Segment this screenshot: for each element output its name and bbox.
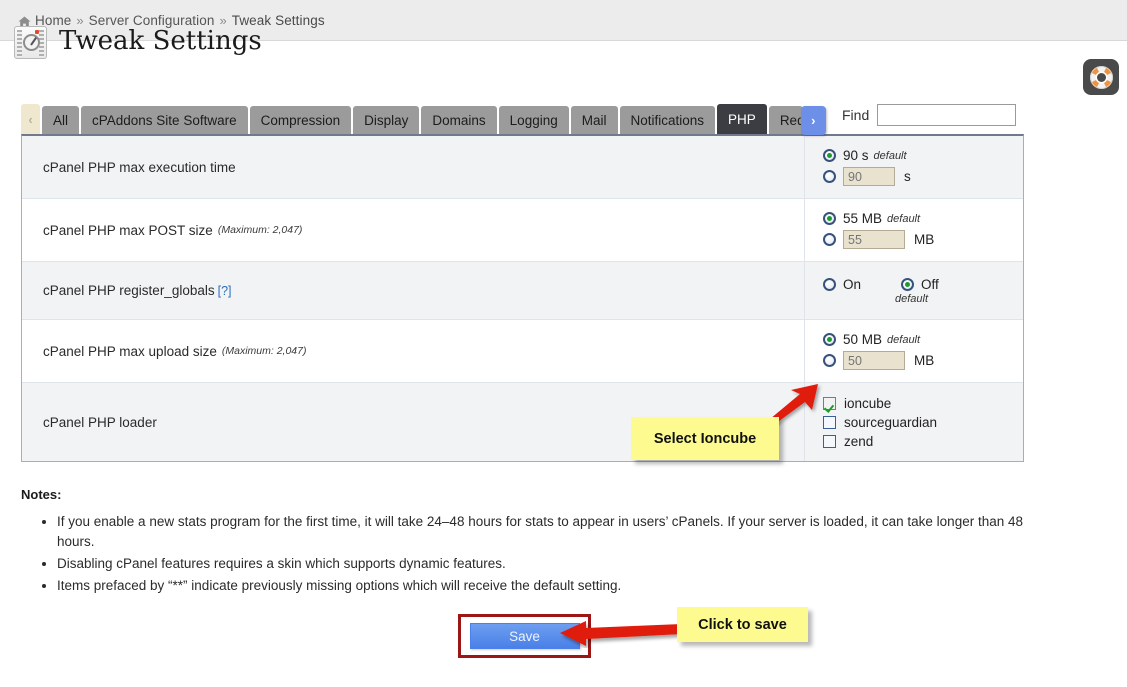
setting-control-cell: On Off default	[804, 262, 1023, 319]
default-option-label: 55 MB	[843, 211, 882, 226]
radio-custom-post-size[interactable]	[823, 233, 836, 246]
input-exec-time[interactable]	[843, 167, 895, 186]
checkbox-zend[interactable]	[823, 435, 836, 448]
table-row: cPanel PHP max execution time 90 s defau…	[22, 136, 1023, 199]
setting-label-cell: cPanel PHP max execution time	[22, 136, 804, 198]
setting-label-cell: cPanel PHP max POST size (Maximum: 2,047…	[22, 199, 804, 261]
tab-compression[interactable]: Compression	[250, 106, 352, 135]
radio-default-exec-time[interactable]	[823, 149, 836, 162]
default-tag: default	[887, 213, 920, 225]
radio-custom-upload-size[interactable]	[823, 354, 836, 367]
page-title: Tweak Settings	[59, 26, 262, 56]
gauge-icon	[14, 26, 47, 59]
on-off-options: On Off	[823, 277, 1023, 292]
tab-domains[interactable]: Domains	[421, 106, 496, 135]
list-item: If you enable a new stats program for th…	[57, 512, 1047, 552]
tab-php[interactable]: PHP	[717, 104, 767, 135]
checkbox-label-zend: zend	[844, 434, 873, 449]
setting-control-cell: 55 MB default MB	[804, 199, 1023, 261]
tab-cpaddons-site-software[interactable]: cPAddons Site Software	[81, 106, 248, 135]
find-control: Find	[842, 104, 1016, 126]
custom-option-line: MB	[823, 230, 1023, 249]
tab-redirects[interactable]: Red	[769, 106, 803, 135]
checkbox-line-zend: zend	[823, 434, 1023, 449]
notes-list: If you enable a new stats program for th…	[21, 512, 1047, 598]
checkbox-line-ioncube: ioncube	[823, 396, 1023, 411]
radio-register-globals-on[interactable]	[823, 278, 836, 291]
tab-logging[interactable]: Logging	[499, 106, 569, 135]
default-option-line: 50 MB default	[823, 332, 1023, 347]
life-ring-icon[interactable]	[1083, 59, 1119, 95]
radio-default-post-size[interactable]	[823, 212, 836, 225]
custom-option-line: MB	[823, 351, 1023, 370]
tab-all[interactable]: All	[42, 106, 79, 135]
notes-heading: Notes:	[21, 487, 61, 502]
setting-label: cPanel PHP max POST size	[43, 223, 213, 238]
table-row: cPanel PHP max upload size (Maximum: 2,0…	[22, 320, 1023, 383]
unit-label: MB	[914, 232, 934, 247]
default-option-line: 55 MB default	[823, 211, 1023, 226]
unit-label: MB	[914, 353, 934, 368]
default-tag: default	[895, 293, 1023, 305]
radio-custom-exec-time[interactable]	[823, 170, 836, 183]
setting-label-note: (Maximum: 2,047)	[218, 224, 303, 236]
off-option-label: Off	[921, 277, 939, 292]
tab-strip: ‹ All cPAddons Site Software Compression…	[21, 104, 826, 135]
checkbox-label-sourceguardian: sourceguardian	[844, 415, 937, 430]
save-button[interactable]: Save	[470, 623, 580, 649]
table-row: cPanel PHP max POST size (Maximum: 2,047…	[22, 199, 1023, 262]
default-option-label: 90 s	[843, 148, 869, 163]
tabs-prev-button[interactable]: ‹	[21, 104, 40, 135]
setting-label-note: (Maximum: 2,047)	[222, 345, 307, 357]
save-highlight-box: Save	[458, 614, 591, 658]
list-item: Items prefaced by “**” indicate previous…	[57, 576, 1047, 596]
checkbox-sourceguardian[interactable]	[823, 416, 836, 429]
select-ioncube-callout: Select Ioncube	[631, 417, 779, 460]
setting-control-cell: 90 s default s	[804, 136, 1023, 198]
table-row: cPanel PHP register_globals [?] On Off d…	[22, 262, 1023, 320]
find-label: Find	[842, 107, 869, 123]
list-item: Disabling cPanel features requires a ski…	[57, 554, 1047, 574]
input-upload-size[interactable]	[843, 351, 905, 370]
setting-label-cell: cPanel PHP register_globals [?]	[22, 262, 804, 319]
setting-label: cPanel PHP max upload size	[43, 344, 217, 359]
setting-label: cPanel PHP loader	[43, 415, 157, 430]
radio-register-globals-off[interactable]	[901, 278, 914, 291]
help-link-icon[interactable]: [?]	[218, 284, 232, 298]
default-tag: default	[874, 150, 907, 162]
tab-mail[interactable]: Mail	[571, 106, 618, 135]
setting-control-cell: 50 MB default MB	[804, 320, 1023, 382]
on-option-label: On	[843, 277, 861, 292]
page-title-row: Tweak Settings	[14, 26, 262, 59]
settings-panel: cPanel PHP max execution time 90 s defau…	[21, 134, 1024, 462]
tab-notifications[interactable]: Notifications	[620, 106, 716, 135]
checkbox-line-sourceguardian: sourceguardian	[823, 415, 1023, 430]
setting-label-cell: cPanel PHP max upload size (Maximum: 2,0…	[22, 320, 804, 382]
checkbox-label-ioncube: ioncube	[844, 396, 891, 411]
default-tag: default	[887, 334, 920, 346]
setting-label: cPanel PHP max execution time	[43, 160, 236, 175]
setting-label: cPanel PHP register_globals	[43, 283, 215, 298]
default-option-label: 50 MB	[843, 332, 882, 347]
unit-label: s	[904, 169, 911, 184]
tabs-next-button[interactable]: ›	[801, 106, 826, 135]
tab-display[interactable]: Display	[353, 106, 419, 135]
find-input[interactable]	[877, 104, 1016, 126]
radio-default-upload-size[interactable]	[823, 333, 836, 346]
click-to-save-callout: Click to save	[677, 607, 808, 642]
checkbox-ioncube[interactable]	[823, 397, 836, 410]
table-row: cPanel PHP loader ioncube sourceguardian…	[22, 383, 1023, 461]
page-root: Home » Server Configuration » Tweak Sett…	[0, 0, 1127, 687]
input-post-size[interactable]	[843, 230, 905, 249]
setting-control-cell: ioncube sourceguardian zend	[804, 383, 1023, 461]
default-option-line: 90 s default	[823, 148, 1023, 163]
custom-option-line: s	[823, 167, 1023, 186]
